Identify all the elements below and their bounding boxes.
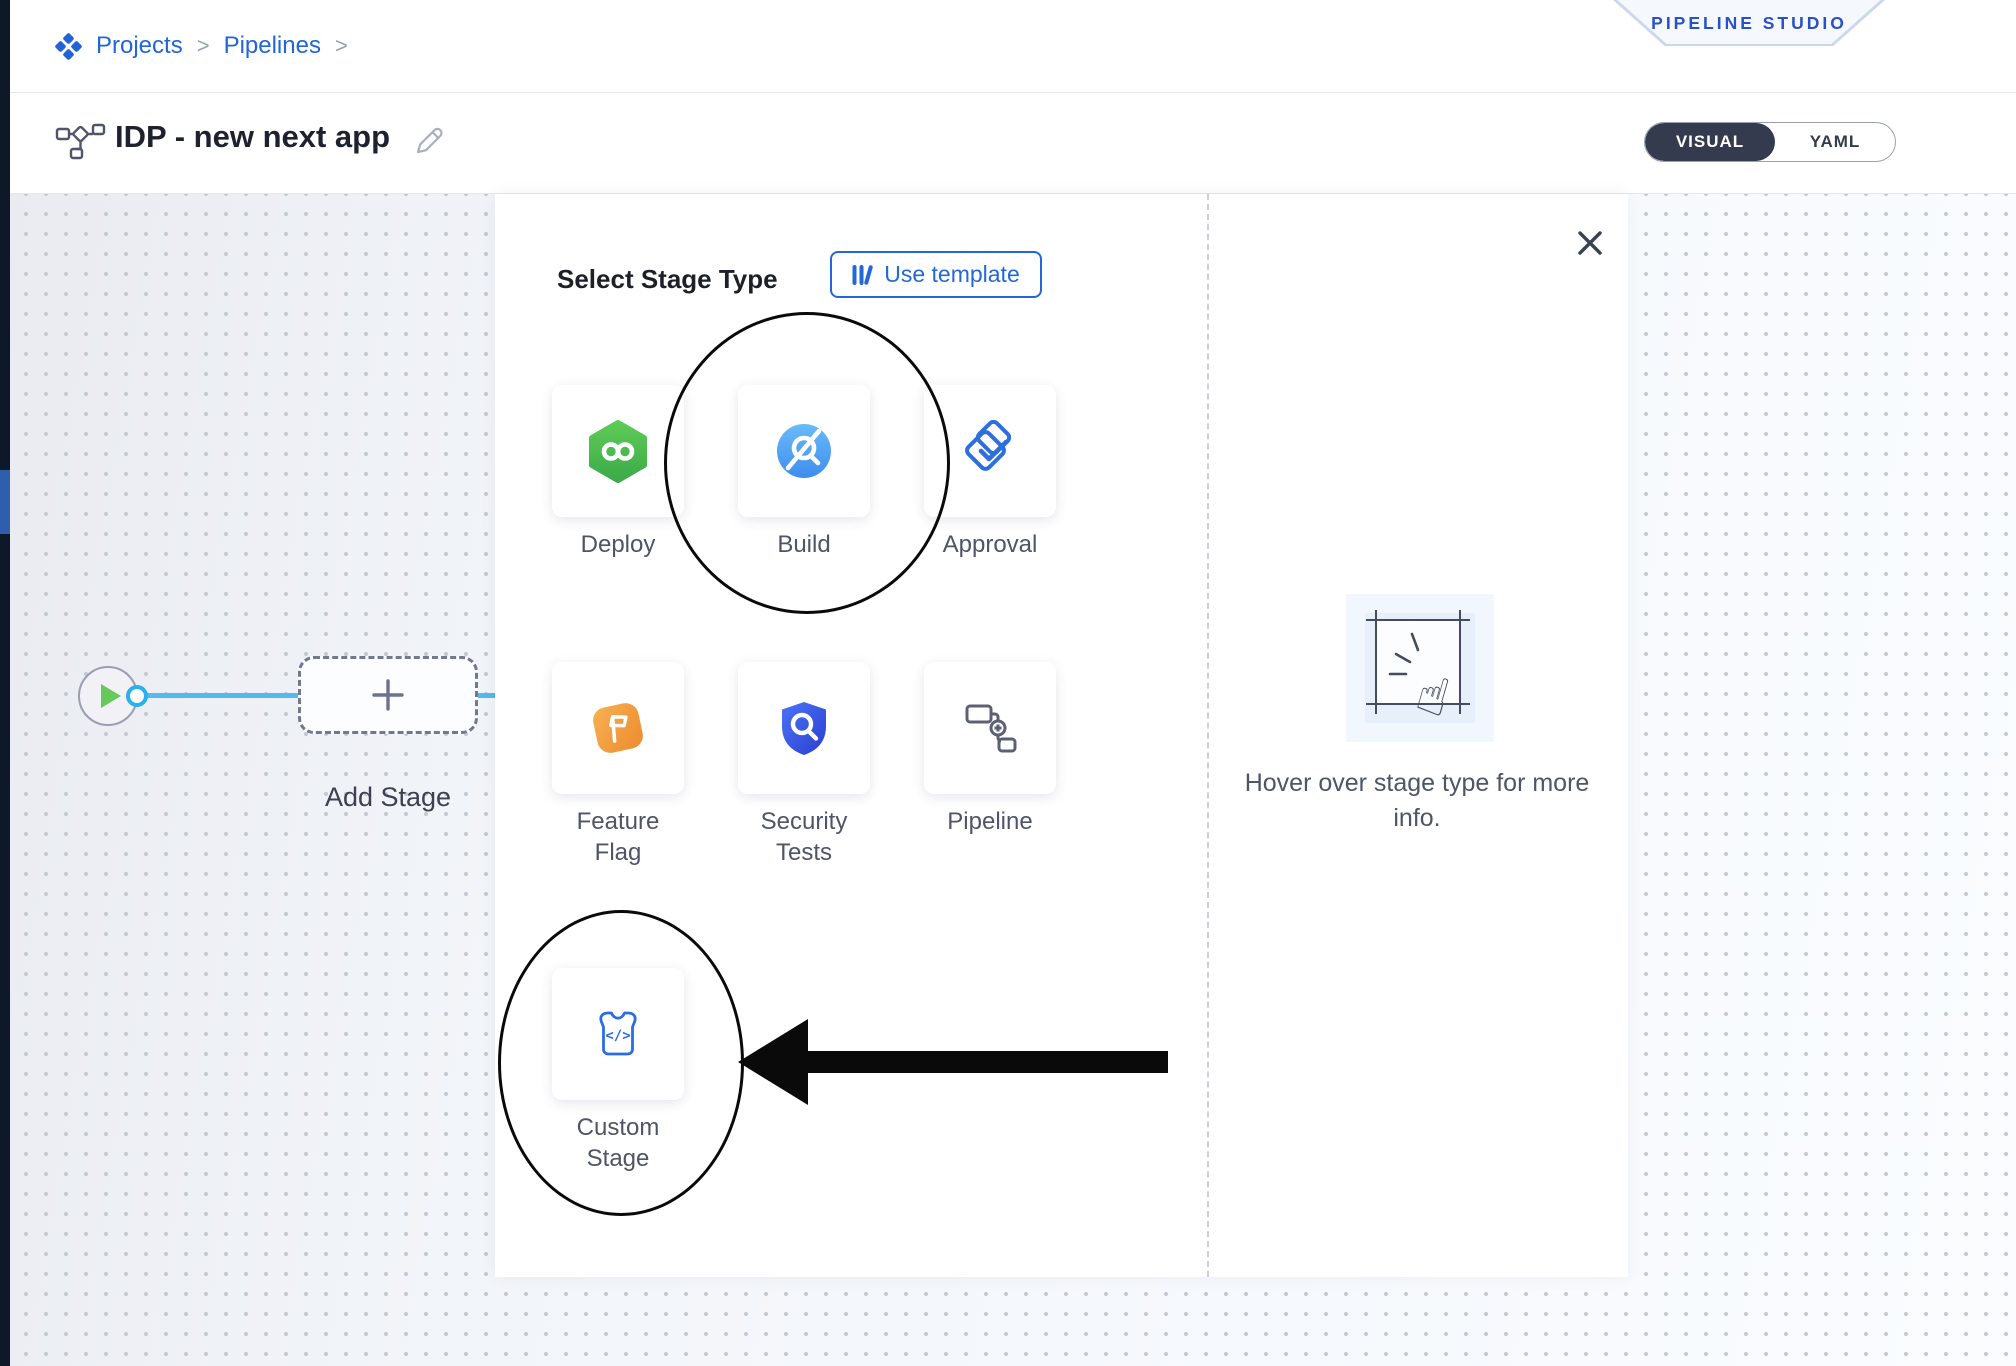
breadcrumb-bar: Projects > Pipelines > PIPELINE STUDIO [10, 0, 2016, 93]
pipeline-graph-icon [55, 123, 107, 161]
annotation-arrow [730, 1002, 1180, 1122]
close-icon[interactable] [1573, 226, 1607, 260]
feature-flag-card[interactable] [552, 662, 684, 794]
dialog-section-divider [1207, 194, 1209, 1277]
feature-flag-stage-icon [586, 696, 650, 760]
use-template-button[interactable]: Use template [830, 251, 1042, 298]
stage-type-pipeline: Pipeline [924, 662, 1056, 837]
page-title: IDP - new next app [115, 119, 390, 155]
template-library-icon [852, 263, 874, 287]
stage-label-deploy: Deploy [560, 529, 676, 560]
badge-label: PIPELINE STUDIO [1613, 0, 1885, 46]
stage-label-security-tests: Security Tests [746, 806, 862, 868]
breadcrumb-link-pipelines[interactable]: Pipelines [224, 32, 321, 60]
approval-stage-icon [959, 420, 1021, 482]
click-hand-sketch-icon: ☝ [1356, 602, 1486, 738]
plus-icon [370, 677, 406, 713]
view-mode-toggle: VISUAL YAML [1644, 122, 1896, 162]
play-icon [101, 684, 121, 708]
tab-visual[interactable]: VISUAL [1645, 123, 1775, 161]
pipeline-studio-page: Projects > Pipelines > PIPELINE STUDIO I… [0, 0, 2016, 1366]
use-template-label: Use template [884, 261, 1020, 288]
stage-label-approval: Approval [932, 529, 1048, 560]
annotation-circle-custom-stage [498, 910, 744, 1216]
collapsed-nav-rail[interactable] [0, 0, 10, 1366]
pipeline-title-bar: IDP - new next app VISUAL YAML [10, 93, 2016, 194]
pipeline-stage-icon [959, 697, 1021, 759]
security-tests-stage-icon [773, 697, 835, 759]
stage-label-pipeline: Pipeline [932, 806, 1048, 837]
breadcrumb-separator: > [335, 33, 348, 59]
stage-label-feature-flag: Feature Flag [560, 806, 676, 868]
stage-type-feature-flag: Feature Flag [552, 662, 684, 868]
edit-pencil-icon[interactable] [412, 123, 446, 157]
security-tests-card[interactable] [738, 662, 870, 794]
add-stage-button[interactable] [298, 656, 478, 734]
breadcrumb-link-projects[interactable]: Projects [96, 32, 183, 60]
breadcrumb-separator: > [197, 33, 210, 59]
nav-rail-active-indicator [0, 470, 10, 534]
pipeline-studio-badge: PIPELINE STUDIO [1613, 0, 1885, 46]
dialog-title: Select Stage Type [557, 264, 778, 295]
hover-info-illustration: ☝ [1346, 594, 1494, 742]
stage-type-security-tests: Security Tests [738, 662, 870, 868]
tab-yaml[interactable]: YAML [1775, 123, 1895, 161]
hover-info-hint: Hover over stage type for more info. [1237, 766, 1597, 836]
deploy-stage-icon [586, 419, 650, 483]
add-stage-label: Add Stage [298, 782, 478, 813]
annotation-circle-build [664, 312, 950, 614]
pipeline-card[interactable] [924, 662, 1056, 794]
harness-project-icon[interactable] [55, 33, 82, 60]
connector-port-dot [126, 685, 148, 707]
breadcrumb: Projects > Pipelines > [55, 0, 348, 92]
